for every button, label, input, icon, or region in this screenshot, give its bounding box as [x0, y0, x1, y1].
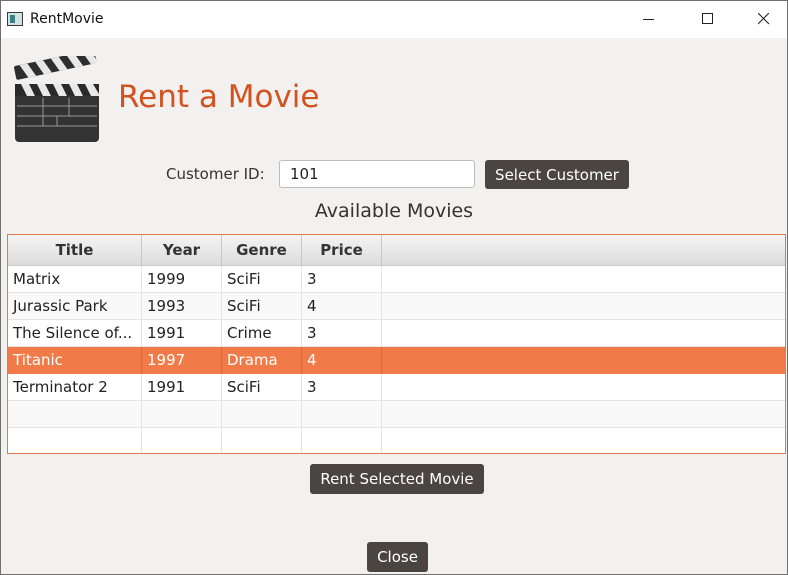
- close-window-button[interactable]: [741, 1, 787, 38]
- cell-price: 4: [302, 347, 382, 373]
- empty-cell: [8, 401, 142, 427]
- maximize-icon: [702, 13, 713, 24]
- table-row-empty: [8, 428, 785, 453]
- empty-cell: [142, 401, 222, 427]
- customer-id-input[interactable]: [279, 160, 475, 188]
- cell-genre: Drama: [222, 347, 302, 373]
- cell-price: 3: [302, 266, 382, 292]
- cell-title: Jurassic Park: [8, 293, 142, 319]
- column-header-price[interactable]: Price: [302, 235, 382, 265]
- empty-cell: [142, 428, 222, 453]
- table-row-empty: [8, 401, 785, 428]
- minimize-icon: [643, 19, 654, 20]
- select-customer-button[interactable]: Select Customer: [485, 160, 629, 189]
- table-row[interactable]: Jurassic Park 1993 SciFi 4: [8, 293, 785, 320]
- cell-year: 1997: [142, 347, 222, 373]
- window-title: RentMovie: [30, 11, 104, 27]
- column-header-year[interactable]: Year: [142, 235, 222, 265]
- empty-cell: [222, 401, 302, 427]
- maximize-button[interactable]: [685, 1, 731, 38]
- available-movies-title: Available Movies: [314, 200, 474, 222]
- table-row-selected[interactable]: Titanic 1997 Drama 4: [8, 347, 785, 374]
- table-row[interactable]: The Silence of... 1991 Crime 3: [8, 320, 785, 347]
- app-window: RentMovie Rent a Movie Customer ID: 101 …: [0, 0, 788, 575]
- cell-title: Titanic: [8, 347, 142, 373]
- table-row[interactable]: Matrix 1999 SciFi 3: [8, 266, 785, 293]
- movies-table[interactable]: Title Year Genre Price Matrix 1999 SciFi…: [7, 234, 786, 454]
- close-icon: [758, 13, 770, 25]
- clapperboard-icon: [14, 56, 99, 142]
- cell-genre: SciFi: [222, 266, 302, 292]
- cell-year: 1993: [142, 293, 222, 319]
- app-icon: [7, 12, 23, 26]
- column-header-title[interactable]: Title: [8, 235, 142, 265]
- cell-year: 1991: [142, 320, 222, 346]
- cell-title: Matrix: [8, 266, 142, 292]
- cell-year: 1999: [142, 266, 222, 292]
- rent-selected-movie-button[interactable]: Rent Selected Movie: [310, 464, 484, 494]
- minimize-button[interactable]: [626, 1, 672, 38]
- customer-id-label: Customer ID:: [166, 165, 265, 183]
- title-bar[interactable]: RentMovie: [1, 1, 787, 38]
- empty-cell: [222, 428, 302, 453]
- page-title: Rent a Movie: [118, 79, 320, 115]
- cell-price: 3: [302, 374, 382, 400]
- close-button[interactable]: Close: [367, 542, 428, 572]
- cell-title: Terminator 2: [8, 374, 142, 400]
- table-row[interactable]: Terminator 2 1991 SciFi 3: [8, 374, 785, 401]
- cell-genre: Crime: [222, 320, 302, 346]
- cell-genre: SciFi: [222, 374, 302, 400]
- empty-cell: [8, 428, 142, 453]
- cell-genre: SciFi: [222, 293, 302, 319]
- empty-cell: [302, 401, 382, 427]
- empty-cell: [302, 428, 382, 453]
- table-header: Title Year Genre Price: [8, 235, 785, 266]
- cell-year: 1991: [142, 374, 222, 400]
- cell-title: The Silence of...: [8, 320, 142, 346]
- column-header-genre[interactable]: Genre: [222, 235, 302, 265]
- cell-price: 4: [302, 293, 382, 319]
- cell-price: 3: [302, 320, 382, 346]
